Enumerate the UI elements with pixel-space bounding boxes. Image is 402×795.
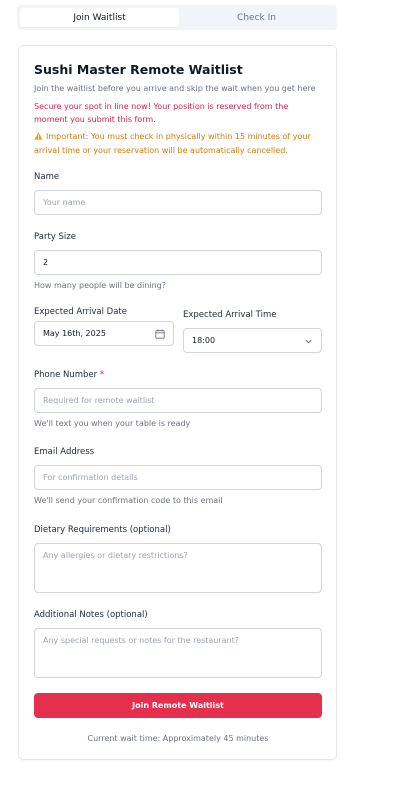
reservation-notice: Secure your spot in line now! Your posit… bbox=[34, 102, 289, 124]
warning-icon bbox=[34, 131, 43, 144]
arrival-date-label: Expected Arrival Date bbox=[34, 307, 127, 317]
phone-label-text: Phone Number bbox=[34, 370, 98, 380]
party-size-input[interactable]: 2 bbox=[34, 250, 322, 275]
required-marker: * bbox=[99, 370, 105, 380]
phone-label: Phone Number * bbox=[34, 370, 104, 380]
wait-time-text: Current wait time: Approximately 45 minu… bbox=[87, 734, 269, 743]
dietary-label: Dietary Requirements (optional) bbox=[34, 525, 171, 535]
notes-label: Additional Notes (optional) bbox=[34, 610, 148, 620]
form-subtitle: Join the waitlist before you arrive and … bbox=[34, 84, 316, 93]
tab-check-in[interactable]: Check In bbox=[179, 8, 334, 27]
chevron-down-icon bbox=[304, 337, 313, 346]
notes-placeholder: Any special requests or notes for the re… bbox=[43, 636, 240, 645]
arrival-time-value: 18:00 bbox=[192, 336, 216, 345]
name-input[interactable]: Your name bbox=[34, 190, 322, 215]
join-waitlist-button[interactable]: Join Remote Waitlist bbox=[34, 693, 322, 718]
notes-textarea[interactable]: Any special requests or notes for the re… bbox=[34, 628, 322, 678]
tab-join-waitlist[interactable]: Join Waitlist bbox=[20, 8, 179, 27]
email-help: We'll send your confirmation code to thi… bbox=[34, 496, 223, 505]
email-label: Email Address bbox=[34, 447, 95, 457]
form-title: Sushi Master Remote Waitlist bbox=[34, 62, 243, 77]
name-label: Name bbox=[34, 172, 60, 182]
phone-input[interactable]: Required for remote waitlist bbox=[34, 388, 322, 413]
arrival-time-select[interactable]: 18:00 bbox=[183, 328, 322, 353]
dietary-textarea[interactable]: Any allergies or dietary restrictions? bbox=[34, 543, 322, 593]
warning-text: Important: You must check in physically … bbox=[34, 132, 311, 155]
arrival-date-picker[interactable]: May 16th, 2025 bbox=[34, 321, 174, 346]
waitlist-form-card: Sushi Master Remote Waitlist Join the wa… bbox=[18, 45, 337, 760]
checkin-warning: Important: You must check in physically … bbox=[34, 130, 324, 157]
party-size-value: 2 bbox=[43, 258, 49, 267]
party-size-label: Party Size bbox=[34, 232, 76, 242]
tab-bar: Join Waitlist Check In bbox=[17, 5, 337, 30]
email-input[interactable]: For confirmation details bbox=[34, 465, 322, 490]
party-size-help: How many people will be dining? bbox=[34, 281, 166, 290]
phone-placeholder: Required for remote waitlist bbox=[43, 396, 155, 405]
dietary-placeholder: Any allergies or dietary restrictions? bbox=[43, 551, 188, 560]
name-placeholder: Your name bbox=[43, 198, 86, 207]
email-placeholder: For confirmation details bbox=[43, 473, 138, 482]
arrival-time-label: Expected Arrival Time bbox=[183, 310, 277, 320]
calendar-icon bbox=[155, 329, 165, 339]
arrival-date-value: May 16th, 2025 bbox=[43, 329, 106, 338]
phone-help: We'll text you when your table is ready bbox=[34, 419, 191, 428]
